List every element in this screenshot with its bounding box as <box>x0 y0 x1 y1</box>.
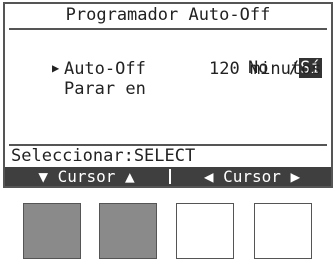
title-divider <box>9 28 327 30</box>
cursor-left-right-label[interactable]: ◀ Cursor ▶ <box>173 167 331 186</box>
function-bar-divider <box>169 169 171 184</box>
select-hint: Seleccionar:SELECT <box>11 146 196 166</box>
menu-row-stop-at[interactable]: Parar en <box>11 59 146 99</box>
function-button-3[interactable] <box>176 203 234 259</box>
lcd-screen: Programador Auto-Off ▶ Auto-Off No /Sí Pa… <box>3 2 333 188</box>
function-button-4[interactable] <box>254 203 312 259</box>
function-button-2[interactable] <box>99 203 157 259</box>
menu-row-auto-off[interactable]: ▶ Auto-Off <box>11 38 146 79</box>
cursor-up-down-label[interactable]: ▼ Cursor ▲ <box>5 167 168 186</box>
menu-row-label: Parar en <box>63 79 146 99</box>
stop-at-value[interactable]: 120 minutos <box>209 59 322 79</box>
screen-title: Programador Auto-Off <box>65 5 271 25</box>
function-bar: ▼ Cursor ▲ ◀ Cursor ▶ <box>5 167 331 186</box>
function-button-1[interactable] <box>23 203 81 259</box>
